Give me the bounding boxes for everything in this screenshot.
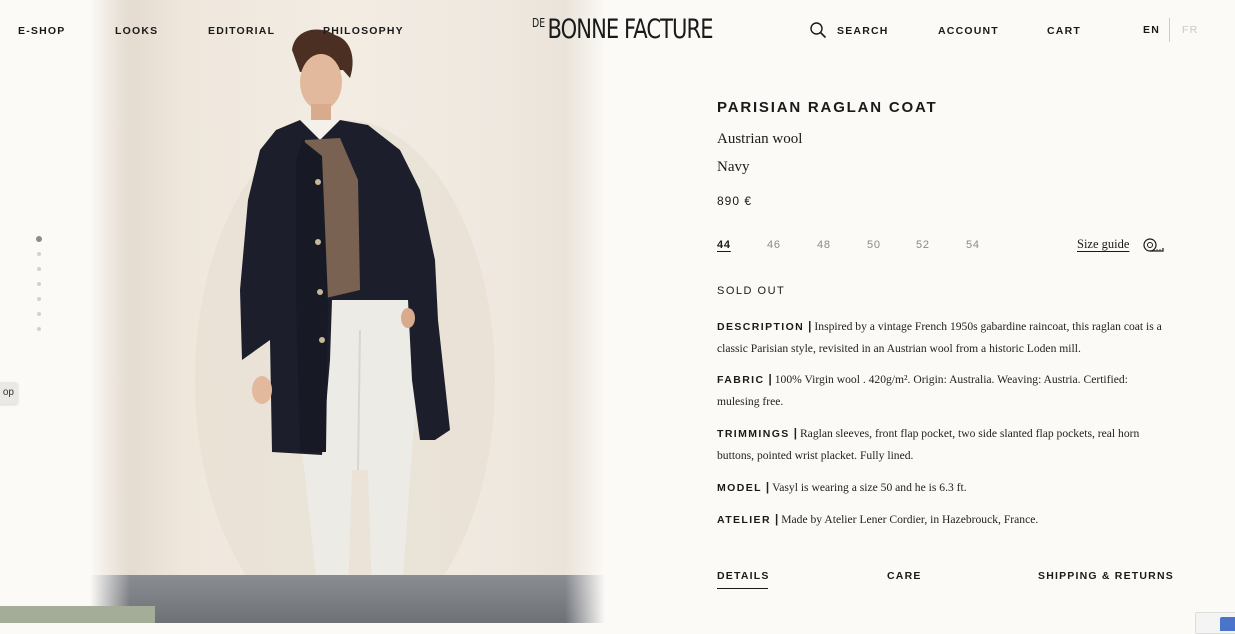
green-banner[interactable]: [0, 606, 155, 623]
product-color: Navy: [717, 159, 750, 175]
detail-key: ATELIER: [717, 514, 771, 526]
detail-key: TRIMMINGS: [717, 428, 790, 440]
floor: [90, 575, 605, 623]
detail-fabric: FABRIC | 100% Virgin wool . 420g/m². Origi…: [717, 373, 1128, 408]
nav-editorial[interactable]: EDITORIAL: [208, 25, 275, 37]
detail-model: MODEL | Vasyl is wearing a size 50 and he …: [717, 481, 967, 494]
nav-philosophy[interactable]: PHILOSOPHY: [323, 25, 404, 37]
stock-status: SOLD OUT: [717, 285, 786, 297]
tab-care[interactable]: CARE: [887, 570, 922, 582]
recaptcha-logo: [1220, 617, 1235, 631]
model-figure: [195, 29, 495, 623]
size-option-54[interactable]: 54: [966, 239, 980, 251]
product-material: Austrian wool: [717, 131, 803, 147]
photo-fade-left: [90, 0, 130, 623]
detail-key: FABRIC: [717, 374, 765, 386]
carousel-dot-2[interactable]: [37, 252, 41, 256]
carousel-dot-1[interactable]: [36, 236, 42, 242]
product-price: 890 €: [717, 194, 753, 208]
size-option-50[interactable]: 50: [867, 239, 881, 251]
lang-en[interactable]: EN: [1143, 24, 1160, 36]
nav-account[interactable]: ACCOUNT: [938, 25, 999, 37]
nav-cart[interactable]: CART: [1047, 25, 1081, 37]
photo-fade-right: [565, 0, 605, 623]
carousel-dot-5[interactable]: [37, 297, 41, 301]
lang-divider: [1169, 18, 1170, 42]
detail-atelier: ATELIER | Made by Atelier Lener Cordier, i…: [717, 513, 1039, 526]
product-photo[interactable]: [90, 0, 605, 623]
carousel-dot-7[interactable]: [37, 327, 41, 331]
size-option-46[interactable]: 46: [767, 239, 781, 251]
detail-description: DESCRIPTION | Inspired by a vintage French…: [717, 320, 1162, 355]
tab-details[interactable]: DETAILS: [717, 570, 770, 582]
size-guide-link[interactable]: Size guide: [1077, 237, 1129, 252]
carousel-dot-3[interactable]: [37, 267, 41, 271]
measuring-tape-icon[interactable]: [1142, 237, 1164, 253]
side-tab[interactable]: op: [0, 382, 18, 404]
tab-details-underline: [717, 588, 768, 589]
nav-looks[interactable]: LOOKS: [115, 25, 158, 37]
lang-fr[interactable]: FR: [1182, 24, 1198, 36]
recaptcha-badge[interactable]: [1195, 612, 1235, 634]
logo-de: DE: [532, 16, 546, 30]
carousel-dot-4[interactable]: [37, 282, 41, 286]
size-option-52[interactable]: 52: [916, 239, 930, 251]
detail-key: MODEL: [717, 482, 762, 494]
detail-text: Made by Atelier Lener Cordier, in Hazebr…: [781, 513, 1039, 526]
logo-wordmark: BONNE FACTURE: [547, 14, 713, 45]
detail-text: Vasyl is wearing a size 50 and he is 6.3…: [772, 481, 967, 494]
detail-text: 100% Virgin wool . 420g/m². Origin: Aust…: [717, 373, 1128, 408]
nav-search[interactable]: SEARCH: [837, 25, 889, 37]
size-option-48[interactable]: 48: [817, 239, 831, 251]
brand-logo[interactable]: DEBONNE FACTURE: [532, 14, 714, 46]
tab-shipping-returns[interactable]: SHIPPING & RETURNS: [1038, 570, 1174, 582]
product-title: PARISIAN RAGLAN COAT: [717, 99, 938, 116]
detail-key: DESCRIPTION: [717, 321, 805, 333]
carousel-dot-6[interactable]: [37, 312, 41, 316]
nav-e-shop[interactable]: E-SHOP: [18, 25, 65, 37]
size-option-44[interactable]: 44: [717, 239, 731, 251]
search-icon[interactable]: [809, 21, 827, 39]
detail-trimmings: TRIMMINGS | Raglan sleeves, front flap poc…: [717, 427, 1140, 462]
